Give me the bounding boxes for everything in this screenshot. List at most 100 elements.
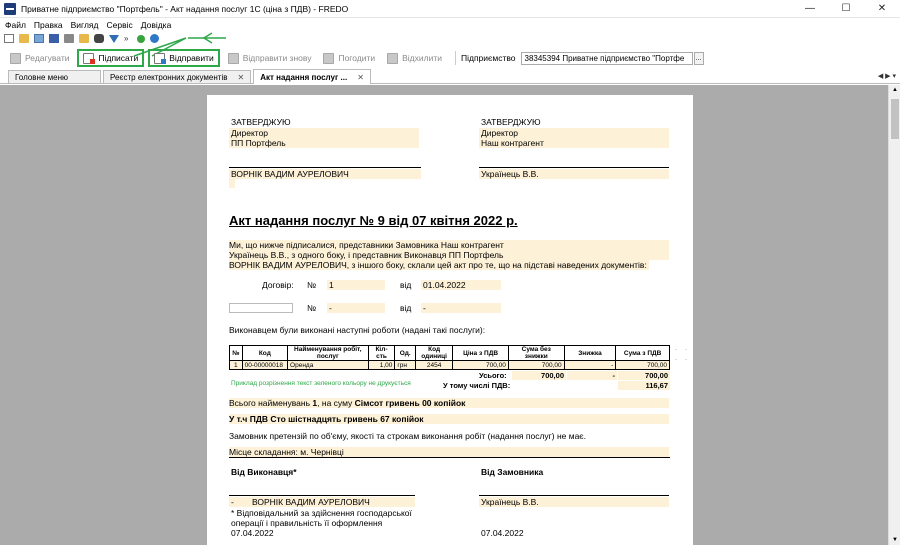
- customer-name: Українець В.В.: [479, 497, 669, 507]
- tab-bar: Головне меню Реєстр електронних документ…: [0, 69, 900, 84]
- from-customer: Від Замовника: [481, 467, 544, 477]
- minimize-button[interactable]: —: [792, 0, 828, 18]
- works-table: № Код Найменування робіт, послуг Кіл-сть…: [229, 345, 670, 370]
- find-icon[interactable]: [94, 34, 104, 43]
- export-icon[interactable]: [79, 34, 89, 43]
- vat-label: У тому числі ПДВ:: [443, 381, 511, 390]
- approve-label: Погодити: [338, 53, 376, 63]
- sign-left-name: ВОРНІК ВАДИМ АУРЕЛОВИЧ: [229, 169, 421, 179]
- responsible-note-1: * Відповідальний за здійснення господарс…: [231, 508, 412, 518]
- resend-label: Відправити знову: [242, 53, 312, 63]
- intro-line-2: Українець В.В., з одного боку, і предста…: [229, 250, 669, 260]
- tab-navigation-icon[interactable]: ◀ ▶ ▾: [878, 72, 896, 80]
- document-title: Акт надання послуг № 9 від 07 квітня 202…: [229, 213, 518, 228]
- vat-words: Сто шістнадцять гривень 67 копійок: [270, 414, 424, 424]
- menu-help[interactable]: Довідка: [141, 20, 172, 30]
- approve-left: ЗАТВЕРДЖУЮ: [231, 117, 291, 127]
- signature-line-left: [229, 167, 421, 168]
- cell-unit: грн: [394, 360, 417, 370]
- approve-icon: [323, 52, 335, 64]
- place-of-signing: Місце складання: м. Чернівці: [229, 447, 669, 457]
- maximize-button[interactable]: ☐: [828, 0, 864, 18]
- customer-sign-line: [479, 495, 669, 496]
- enterprise-field[interactable]: 38345394 Приватне підприємство "Портфе: [520, 51, 693, 65]
- sum-mid: , на суму: [317, 398, 353, 408]
- enterprise-picker-button[interactable]: ...: [693, 51, 704, 65]
- filter-icon[interactable]: [109, 34, 119, 43]
- ghost-mark: -: [685, 357, 687, 363]
- document-page: ЗАТВЕРДЖУЮ Директор ПП Портфель ЗАТВЕРДЖ…: [207, 95, 693, 545]
- cell-qty: 1,00: [367, 360, 396, 370]
- reject-label: Відхилити: [402, 53, 442, 63]
- executor-sign-line: [229, 495, 415, 496]
- print-icon[interactable]: [64, 34, 74, 43]
- approve-right-org: Наш контрагент: [479, 138, 669, 148]
- approve-left-org: ПП Портфель: [229, 138, 419, 148]
- cell-sum-vat: 700,00: [615, 360, 670, 370]
- tab-edoc-registry[interactable]: Реєстр електронних документів ✕: [102, 70, 252, 83]
- edit-button[interactable]: Редагувати: [6, 49, 73, 67]
- document-viewport: ЗАТВЕРДЖУЮ Директор ПП Портфель ЗАТВЕРДЖ…: [0, 85, 888, 545]
- scroll-thumb[interactable]: [891, 99, 899, 139]
- vertical-scrollbar[interactable]: ▲ ▼: [888, 85, 900, 545]
- contract-no-label: №: [307, 280, 317, 290]
- title-bar: Приватне підприємство "Портфель" - Акт н…: [0, 0, 900, 18]
- ghost-mark: -: [675, 357, 677, 363]
- tab-label: Реєстр електронних документів: [109, 72, 228, 82]
- menu-service[interactable]: Сервіс: [106, 20, 132, 30]
- window-title: Приватне підприємство "Портфель" - Акт н…: [21, 3, 349, 14]
- col-code: Код: [241, 345, 289, 361]
- app-icon: [4, 2, 16, 15]
- new-document-icon[interactable]: [4, 34, 14, 43]
- menu-file[interactable]: Файл: [5, 20, 26, 30]
- close-button[interactable]: ✕: [864, 0, 900, 18]
- sign-right-name: Українець В.В.: [479, 169, 669, 179]
- resend-icon: [227, 52, 239, 64]
- tab-service-act[interactable]: Акт надання послуг ... ✕: [253, 69, 371, 84]
- close-icon[interactable]: ✕: [238, 73, 245, 82]
- col-unit-code: Код одиниці: [415, 345, 454, 361]
- cell-sum-no-discount: 700,00: [507, 360, 565, 370]
- contract-date: 01.04.2022: [421, 280, 501, 290]
- save-icon[interactable]: [49, 34, 59, 43]
- reject-button[interactable]: Відхилити: [383, 49, 446, 67]
- signature-line-right: [479, 167, 669, 168]
- customer-date: 07.04.2022: [481, 528, 524, 538]
- total-no-discount: 700,00: [512, 371, 566, 380]
- cell-discount: -: [563, 360, 617, 370]
- intro-line-1: Ми, що нижче підписалися, представники З…: [229, 240, 669, 250]
- from-executor: Від Виконавця*: [231, 467, 297, 477]
- doc2-date: -: [421, 303, 501, 313]
- works-intro: Виконавцем були виконані наступні роботи…: [229, 325, 486, 335]
- contract-label: Договір:: [262, 280, 294, 290]
- send-button[interactable]: Відправити: [148, 49, 220, 67]
- approve-button[interactable]: Погодити: [319, 49, 379, 67]
- sum-in-words-line: Всього найменувань 1, на суму Сімсот гри…: [229, 398, 669, 408]
- edit-icon: [10, 52, 21, 64]
- vat-words-label: У т.ч ПДВ: [229, 414, 269, 424]
- send-label: Відправити: [169, 53, 214, 63]
- doc2-no-label: №: [307, 303, 317, 313]
- cell-price: 700,00: [452, 360, 509, 370]
- menu-edit[interactable]: Правка: [34, 20, 63, 30]
- menu-view[interactable]: Вигляд: [71, 20, 99, 30]
- scroll-down-icon[interactable]: ▼: [892, 537, 898, 543]
- intro-line-3: ВОРНІК ВАДИМ АУРЕЛОВИЧ, з іншого боку, с…: [229, 260, 649, 270]
- scroll-up-icon[interactable]: ▲: [892, 87, 898, 93]
- col-no: №: [229, 345, 243, 361]
- image-icon[interactable]: [34, 34, 44, 43]
- open-folder-icon[interactable]: [19, 34, 29, 43]
- tab-main-menu[interactable]: Головне меню: [8, 70, 101, 83]
- contract-from-label: від: [400, 280, 412, 290]
- total-sum: 700,00: [618, 371, 670, 380]
- send-icon: [154, 52, 167, 64]
- col-sum-vat: Сума з ПДВ: [615, 345, 670, 361]
- tab-label: Головне меню: [15, 72, 68, 82]
- cell-unit-code: 2454: [415, 360, 454, 370]
- resend-button[interactable]: Відправити знову: [224, 49, 316, 67]
- close-icon[interactable]: ✕: [357, 73, 364, 82]
- col-qty: Кіл-сть: [367, 345, 396, 361]
- col-sum-no-discount: Сума без знижки: [507, 345, 565, 361]
- sign-button[interactable]: Підписати: [77, 49, 145, 67]
- col-name: Найменування робіт, послуг: [287, 345, 369, 361]
